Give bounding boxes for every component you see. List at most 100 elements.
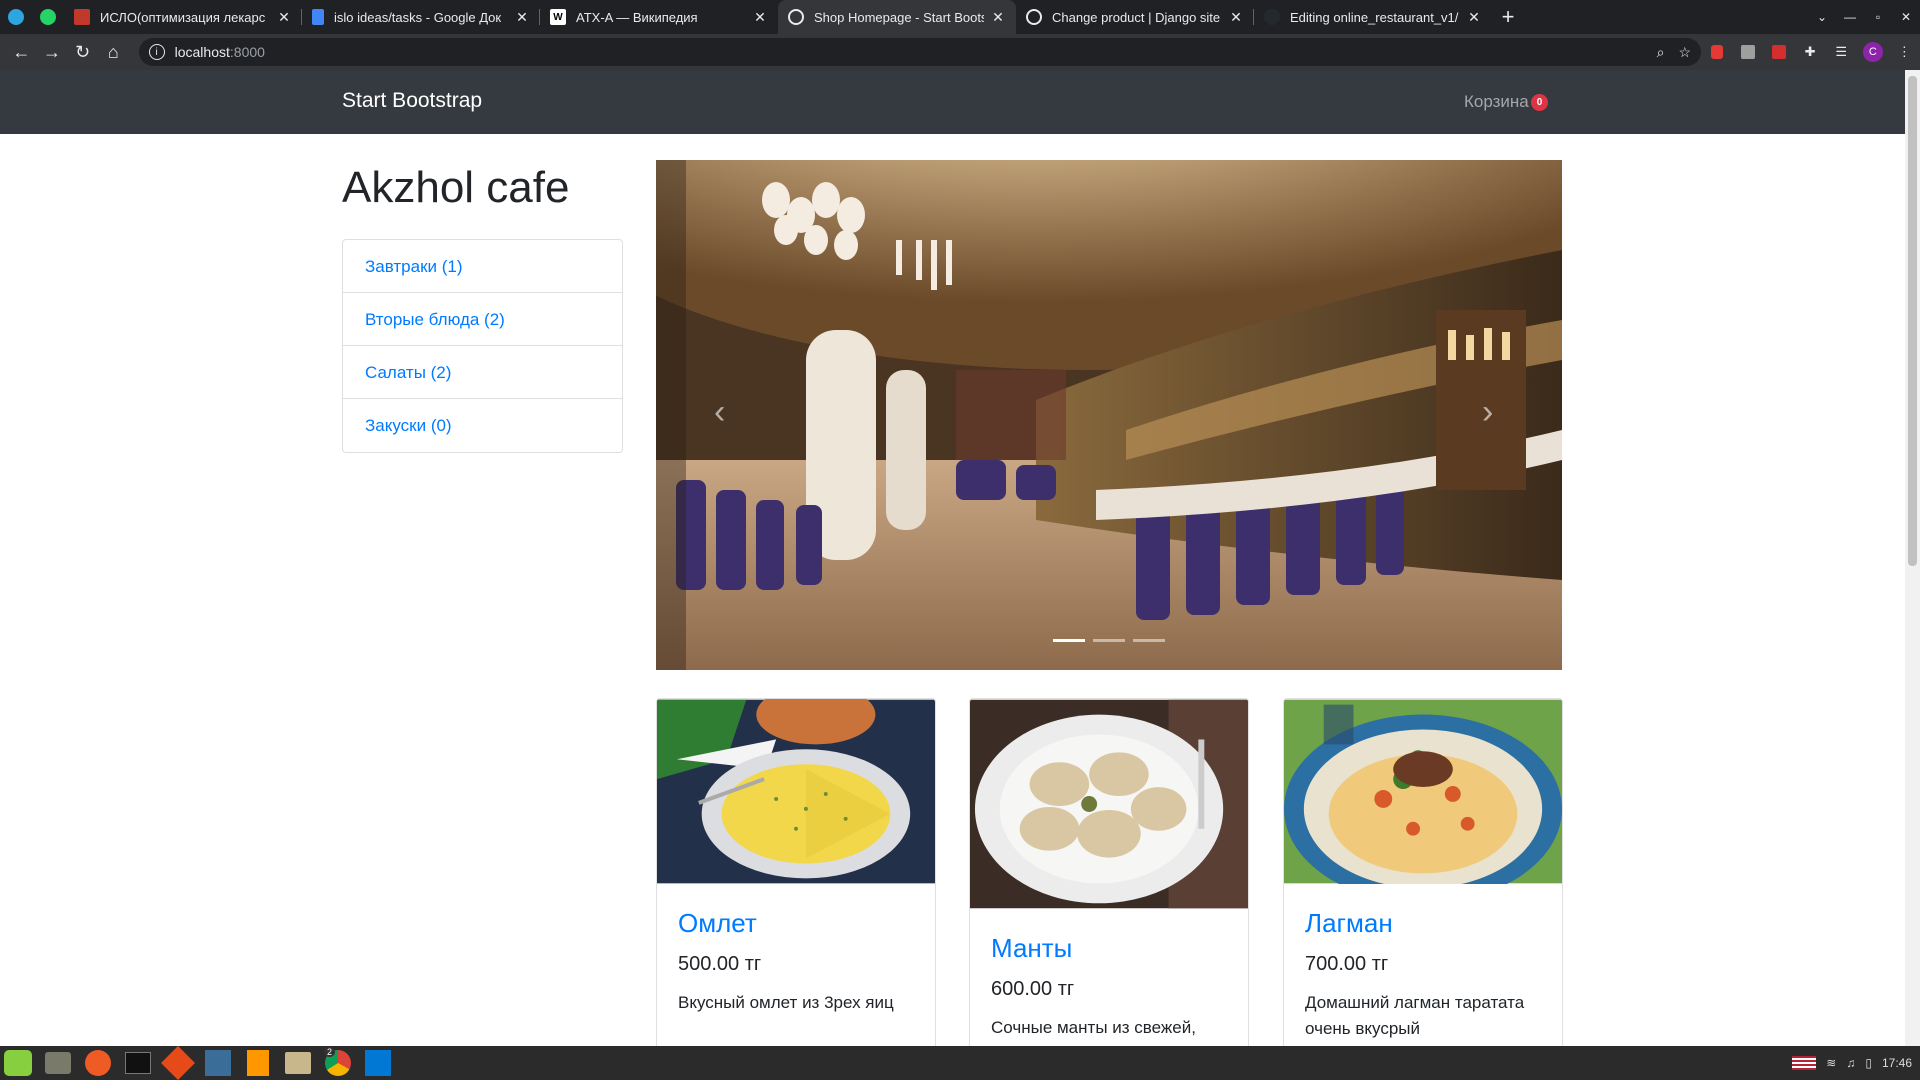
folder-icon[interactable] [282,1047,314,1079]
product-card: Манты 600.00 тг Сочные манты из свежей, … [969,698,1249,1046]
product-image-lagman[interactable] [1284,699,1562,884]
clock[interactable]: 17:46 [1882,1056,1912,1070]
telegram-icon [8,9,24,25]
page-scrollbar[interactable] [1905,70,1920,1046]
carousel-indicator[interactable] [1093,639,1125,642]
browser-tab[interactable]: W ATX-A — Википедия ✕ [540,0,778,34]
reload-icon[interactable]: ↻ [67,36,98,68]
cart-label: Корзина [1464,92,1529,111]
pinned-tab-whatsapp[interactable] [32,0,64,34]
site-navbar: Start Bootstrap Корзина 0 [0,70,1905,134]
close-icon[interactable]: ✕ [514,9,530,25]
media-queue-icon[interactable]: ☰ [1832,42,1851,62]
category-item[interactable]: Салаты (2) [343,346,622,399]
product-price: 700.00 тг [1305,953,1389,975]
wikipedia-icon: W [550,9,566,25]
git-icon[interactable] [161,1046,195,1080]
chrome-window-count-badge: 2 [324,1047,336,1057]
scrollbar-thumb[interactable] [1908,76,1917,566]
github-icon [1264,9,1280,25]
category-item[interactable]: Закуски (0) [343,399,622,452]
carousel-indicators [1053,639,1165,642]
product-card-body: Лагман 700.00 тг Домашний лагман таратат… [1284,884,1562,1046]
product-title-link[interactable]: Манты [991,933,1227,964]
image-carousel[interactable]: ‹ › [656,160,1562,670]
carousel-indicator[interactable] [1053,639,1085,642]
new-tab-button[interactable]: + [1492,0,1524,34]
docs-icon [312,9,324,25]
page-viewport: Start Bootstrap Корзина 0 Akzhol cafe За… [0,70,1905,1046]
whatsapp-icon [40,9,56,25]
maximize-icon[interactable]: ▫ [1864,10,1892,24]
files-icon[interactable] [42,1047,74,1079]
close-icon[interactable]: ✕ [752,9,768,25]
product-title-link[interactable]: Омлет [678,908,914,939]
tab-title: ATX-A — Википедия [576,9,698,25]
product-image-manty[interactable] [970,699,1248,909]
extension-pdf-icon[interactable] [1769,42,1788,62]
vscode-icon[interactable] [362,1047,394,1079]
tab-search-icon[interactable]: ⌄ [1808,10,1836,24]
back-arrow-icon[interactable]: ← [6,36,37,68]
close-icon[interactable]: ✕ [276,9,292,25]
os-taskbar: 2 ≋ ♫ ▯ 17:46 [0,1046,1920,1080]
music-note-icon[interactable]: ♫ [1846,1056,1855,1070]
product-title-link[interactable]: Лагман [1305,908,1541,939]
dev-icon [74,9,90,25]
tab-title: islo ideas/tasks - Google Док [334,9,502,25]
minimize-icon[interactable]: — [1836,10,1864,24]
site-brand-link[interactable]: Start Bootstrap [342,89,482,113]
tab-title: Shop Homepage - Start Boots [814,9,984,25]
cart-link[interactable]: Корзина 0 [1464,92,1549,112]
tab-title: Change product | Django site [1052,9,1221,25]
home-icon[interactable]: ⌂ [98,36,129,68]
keyboard-layout-flag-icon[interactable] [1792,1056,1817,1070]
close-window-icon[interactable]: ✕ [1892,10,1920,24]
globe-icon [1026,9,1042,25]
wifi-icon[interactable]: ≋ [1826,1056,1836,1070]
extensions-puzzle-icon[interactable]: ✚ [1801,42,1820,62]
carousel-slide-image [656,160,1562,670]
product-card: Омлет 500.00 тг Вкусный омлет из 3рех яи… [656,698,936,1046]
mysql-workbench-icon[interactable] [202,1047,234,1079]
globe-icon [788,9,804,25]
category-item[interactable]: Завтраки (1) [343,240,622,293]
product-card: Лагман 700.00 тг Домашний лагман таратат… [1283,698,1563,1046]
browser-tab[interactable]: ИСЛО(оптимизация лекарс ✕ [64,0,302,34]
zoom-icon[interactable]: ⌕ [1657,44,1665,61]
category-item[interactable]: Вторые блюда (2) [343,293,622,346]
url-host: localhost [174,44,230,60]
product-description: Сочные манты из свежей, молодой говядины [991,1018,1196,1046]
browser-tab[interactable]: islo ideas/tasks - Google Док ✕ [302,0,540,34]
carousel-next-chevron-icon[interactable]: › [1482,392,1493,432]
extension-red-icon[interactable] [1707,42,1726,62]
carousel-prev-chevron-icon[interactable]: ‹ [714,392,725,432]
pinned-tab-telegram[interactable] [0,0,32,34]
extension-grey-icon[interactable] [1738,42,1757,62]
address-bar[interactable]: i localhost :8000 ⌕ ☆ [138,38,1702,66]
close-icon[interactable]: ✕ [1466,9,1482,25]
close-icon[interactable]: ✕ [990,9,1006,25]
forward-arrow-icon[interactable]: → [37,36,68,68]
menu-kebab-icon[interactable]: ⋮ [1895,42,1914,62]
sublime-text-icon[interactable] [242,1047,274,1079]
system-tray: ≋ ♫ ▯ 17:46 [1792,1046,1912,1080]
browser-tab-strip: ИСЛО(оптимизация лекарс ✕ islo ideas/tas… [0,0,1920,34]
close-icon[interactable]: ✕ [1228,9,1244,25]
bookmark-star-icon[interactable]: ☆ [1678,44,1691,61]
chrome-icon[interactable]: 2 [322,1047,354,1079]
browser-tab[interactable]: Editing online_restaurant_v1/ ✕ [1254,0,1492,34]
product-price: 500.00 тг [678,953,762,975]
product-image-omelet[interactable] [657,699,935,884]
battery-icon[interactable]: ▯ [1865,1056,1872,1070]
carousel-indicator[interactable] [1133,639,1165,642]
terminal-icon[interactable] [122,1047,154,1079]
browser-tab-active[interactable]: Shop Homepage - Start Boots ✕ [778,0,1016,34]
tab-title: Editing online_restaurant_v1/ [1290,9,1459,25]
profile-initial: C [1862,42,1883,62]
postman-icon[interactable] [82,1047,114,1079]
browser-tab[interactable]: Change product | Django site ✕ [1016,0,1254,34]
profile-avatar[interactable]: C [1862,42,1883,62]
info-icon[interactable]: i [148,44,165,60]
mint-menu-icon[interactable] [2,1047,34,1079]
